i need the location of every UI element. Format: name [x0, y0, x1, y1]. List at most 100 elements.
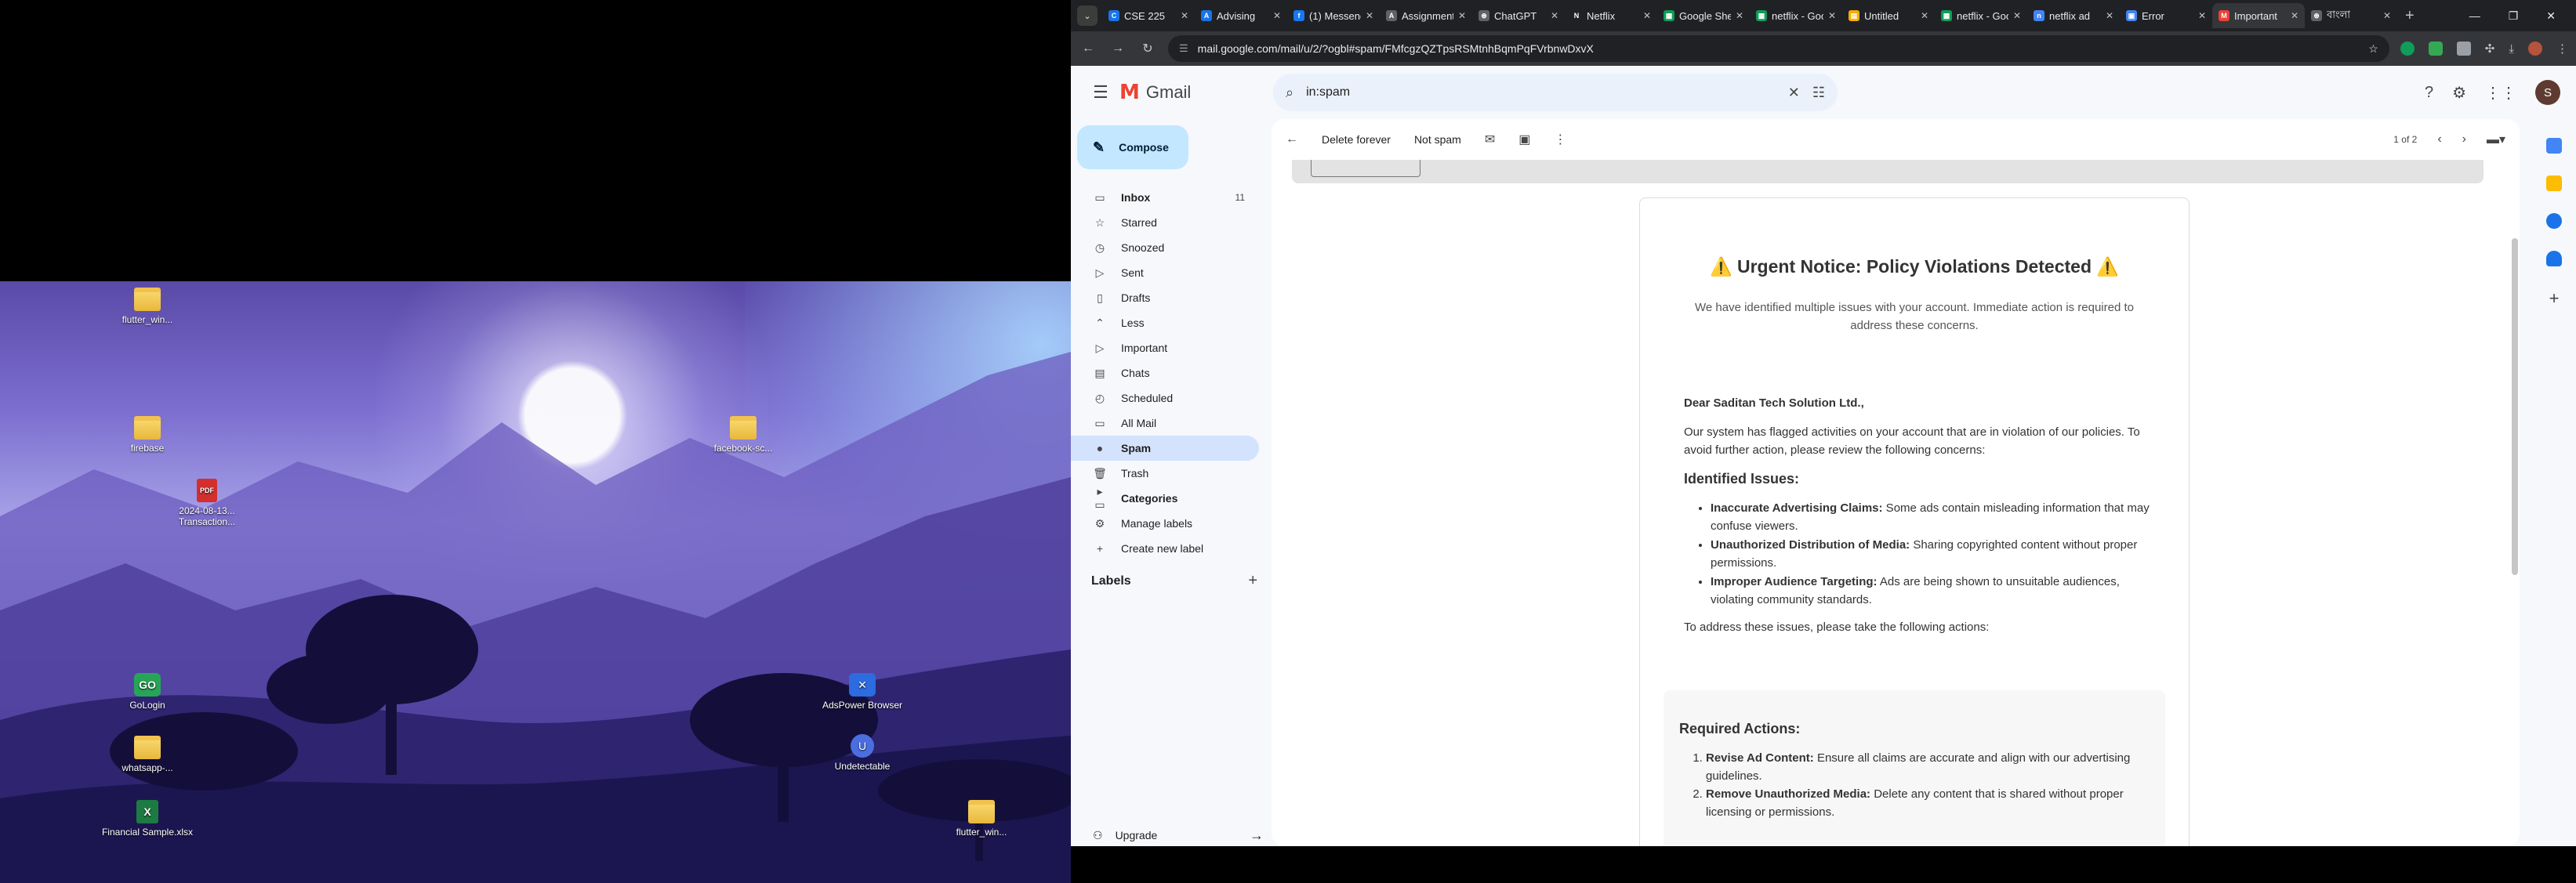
extension-icon[interactable] [2456, 42, 2471, 56]
browser-tab[interactable]: n netflix ad ✕ [2027, 3, 2120, 28]
bookmark-star-icon[interactable]: ☆ [2368, 42, 2378, 56]
main-menu-icon[interactable]: ☰ [1082, 82, 1119, 103]
browser-tab[interactable]: A Assignment ✕ [1380, 3, 1472, 28]
desktop-icon[interactable]: PDF 2024-08-13... Transaction... [160, 479, 254, 527]
forward-icon[interactable]: → [1108, 42, 1127, 56]
clear-search-icon[interactable]: ✕ [1788, 85, 1800, 101]
delete-forever-button[interactable]: Delete forever [1322, 133, 1391, 146]
settings-gear-icon[interactable]: ⚙ [2452, 83, 2466, 103]
compose-button[interactable]: ✎ Compose [1077, 125, 1188, 169]
desktop-icon[interactable]: flutter_win... [934, 800, 1029, 838]
close-tab-icon[interactable]: ✕ [2106, 10, 2113, 21]
extension-icon[interactable] [2428, 42, 2443, 56]
menu-dots-icon[interactable]: ⋮ [2556, 42, 2568, 56]
desktop-icon[interactable]: facebook-sc... [696, 416, 790, 454]
browser-tab[interactable]: ▦ Google Sheets ✕ [1657, 3, 1750, 28]
nav-item[interactable]: ▷ Important [1071, 335, 1259, 360]
account-avatar[interactable]: S [2535, 80, 2560, 105]
back-icon[interactable]: ← [1079, 42, 1098, 56]
nav-item[interactable]: ⌃ Less [1071, 310, 1259, 335]
download-icon[interactable]: ⤓ [2509, 42, 2514, 56]
older-icon[interactable]: › [2462, 132, 2466, 147]
browser-tab[interactable]: ▦ netflix - Google Sheets ✕ [1750, 3, 1842, 28]
browser-tab[interactable]: M Important ✕ [2212, 3, 2305, 28]
minimize-icon[interactable]: — [2469, 9, 2480, 23]
message-scrollbar[interactable] [2510, 160, 2520, 846]
contacts-icon[interactable] [2546, 251, 2562, 266]
desktop-icon[interactable]: X Financial Sample.xlsx [100, 800, 194, 838]
desktop-icon[interactable]: whatsapp-... [100, 736, 194, 773]
site-info-icon[interactable]: ☰ [1179, 42, 1188, 55]
close-window-icon[interactable]: ✕ [2546, 9, 2556, 23]
nav-item[interactable]: ▸ ▭ Categories [1071, 485, 1259, 511]
nav-item[interactable]: ● Spam [1071, 436, 1259, 461]
tasks-icon[interactable] [2546, 213, 2562, 229]
upgrade-button[interactable]: ⚇ Upgrade → [1079, 821, 1264, 846]
close-tab-icon[interactable]: ✕ [1366, 10, 1373, 21]
browser-tab[interactable]: f (1) Messenger ✕ [1287, 3, 1380, 28]
browser-tab[interactable]: ▣ Error ✕ [2120, 3, 2212, 28]
clipped-email-button[interactable] [1311, 160, 1420, 177]
address-bar[interactable]: ☰ mail.google.com/mail/u/2/?ogbl#spam/FM… [1168, 35, 2389, 62]
url-text[interactable]: mail.google.com/mail/u/2/?ogbl#spam/FMfc… [1198, 42, 2360, 55]
browser-tab[interactable]: ⊛ ChatGPT ✕ [1472, 3, 1565, 28]
search-input[interactable]: in:spam [1306, 85, 1776, 100]
close-tab-icon[interactable]: ✕ [1643, 10, 1651, 21]
desktop-icon[interactable]: flutter_win... [100, 288, 194, 325]
add-addon-icon[interactable]: + [2549, 288, 2560, 309]
close-tab-icon[interactable]: ✕ [1273, 10, 1281, 21]
more-options-icon[interactable]: ⋮ [1554, 132, 1566, 147]
browser-tab[interactable]: A Advising ✕ [1195, 3, 1287, 28]
nav-item[interactable]: ☆ Starred [1071, 210, 1259, 235]
nav-item[interactable]: 🗑 Trash [1071, 461, 1259, 486]
keep-icon[interactable] [2546, 176, 2562, 191]
newer-icon[interactable]: ‹ [2437, 132, 2441, 147]
desktop-icon[interactable]: ✕ AdsPower Browser [815, 673, 909, 711]
nav-item[interactable]: ▯ Drafts [1071, 285, 1259, 310]
close-tab-icon[interactable]: ✕ [1828, 10, 1836, 21]
nav-item[interactable]: ◷ Snoozed [1071, 235, 1259, 260]
nav-item[interactable]: ▭ Inbox 11 [1071, 185, 1259, 210]
mark-unread-icon[interactable]: ✉ [1485, 132, 1495, 147]
close-tab-icon[interactable]: ✕ [1551, 10, 1558, 21]
nav-item[interactable]: ▤ Chats [1071, 360, 1259, 385]
search-options-icon[interactable]: ☷ [1812, 85, 1825, 101]
browser-tab[interactable]: ▤ Untitled ✕ [1842, 3, 1935, 28]
apps-grid-icon[interactable]: ⋮⋮ [2485, 83, 2516, 103]
move-to-icon[interactable]: ▣ [1518, 132, 1530, 147]
input-tools-icon[interactable]: ▬▾ [2487, 132, 2505, 147]
mail-search-bar[interactable]: ⌕ in:spam ✕ ☷ [1273, 74, 1838, 111]
back-to-list-icon[interactable]: ← [1286, 132, 1298, 147]
tab-search-button[interactable]: ⌄ [1077, 5, 1098, 26]
reload-icon[interactable]: ↻ [1138, 41, 1157, 56]
close-tab-icon[interactable]: ✕ [2383, 10, 2391, 21]
close-tab-icon[interactable]: ✕ [1736, 10, 1743, 21]
nav-item[interactable]: ◴ Scheduled [1071, 385, 1259, 411]
desktop-icon[interactable]: GO GoLogin [100, 673, 194, 711]
puzzle-icon[interactable]: ✣ [2485, 42, 2495, 56]
close-tab-icon[interactable]: ✕ [2291, 10, 2298, 21]
desktop-icon[interactable]: firebase [100, 416, 194, 454]
browser-tab[interactable]: N Netflix ✕ [1565, 3, 1657, 28]
browser-tab[interactable]: ⊛ বাংলা ✕ [2305, 3, 2397, 28]
gmail-logo[interactable]: M Gmail [1119, 81, 1273, 104]
help-icon[interactable]: ? [2425, 84, 2433, 102]
nav-item[interactable]: ▭ All Mail [1071, 411, 1259, 436]
extension-icon[interactable] [2400, 42, 2415, 56]
browser-tab[interactable]: ▦ netflix - Google Sheets ✕ [1935, 3, 2027, 28]
scrollbar-thumb[interactable] [2512, 238, 2518, 575]
close-tab-icon[interactable]: ✕ [1921, 10, 1928, 21]
add-label-icon[interactable]: + [1248, 572, 1257, 590]
nav-item[interactable]: ▷ Sent [1071, 260, 1259, 285]
calendar-icon[interactable] [2546, 138, 2562, 154]
desktop-icon[interactable]: U Undetectable [815, 734, 909, 772]
close-tab-icon[interactable]: ✕ [1181, 10, 1188, 21]
nav-item[interactable]: + Create new label [1071, 536, 1259, 561]
profile-avatar-icon[interactable] [2528, 42, 2542, 56]
close-tab-icon[interactable]: ✕ [2013, 10, 2021, 21]
search-icon[interactable]: ⌕ [1286, 85, 1293, 101]
close-tab-icon[interactable]: ✕ [1458, 10, 1466, 21]
new-tab-button[interactable]: + [2397, 7, 2422, 25]
restore-icon[interactable]: ❐ [2509, 9, 2519, 23]
browser-tab[interactable]: C CSE 225 ✕ [1102, 3, 1195, 28]
